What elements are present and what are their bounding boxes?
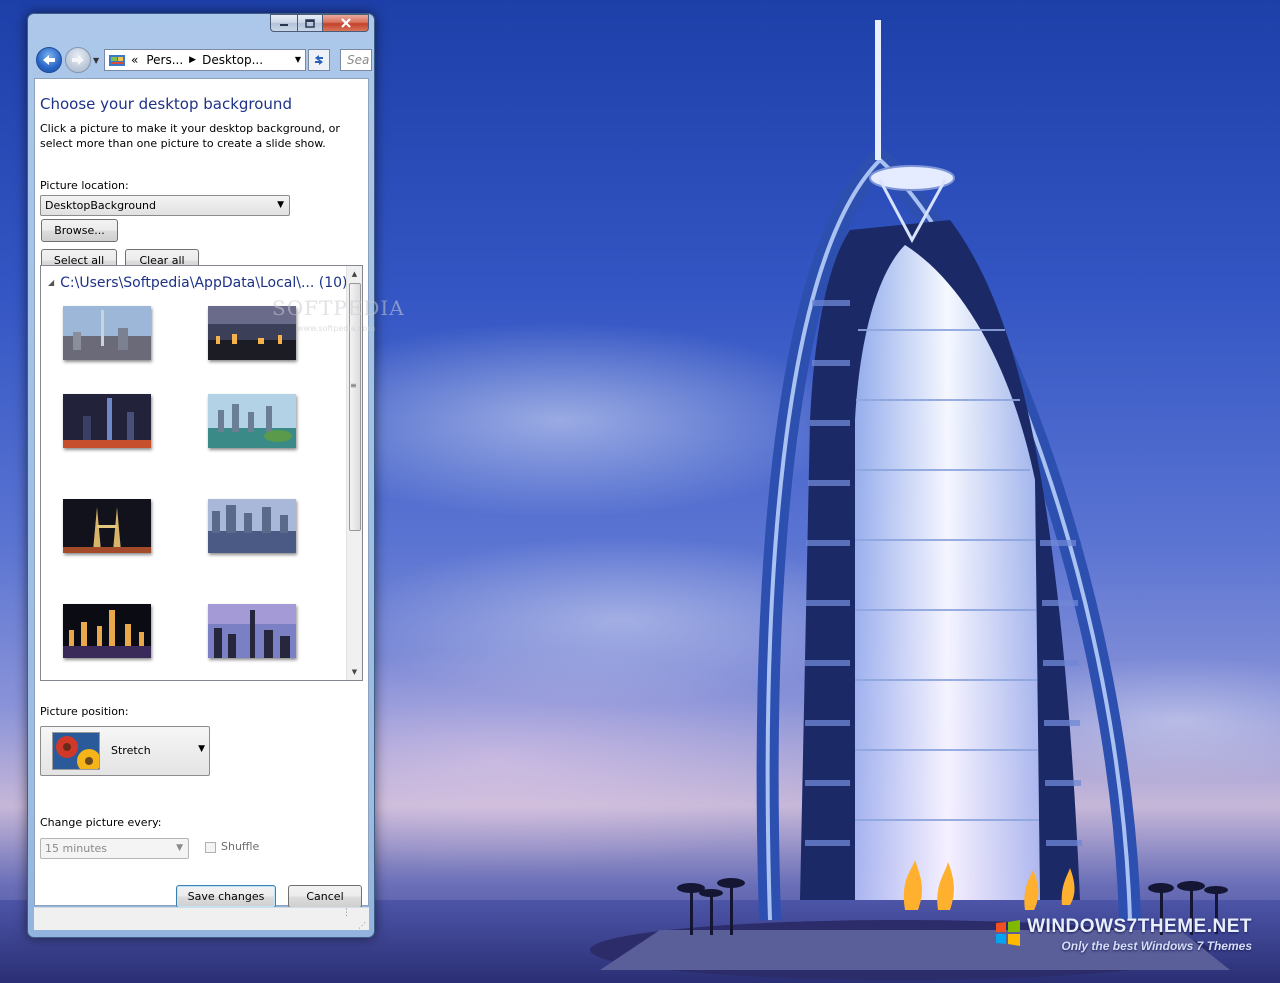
breadcrumb-personalization[interactable]: Pers... (146, 53, 183, 67)
softpedia-watermark: SOFTPEDIA (272, 296, 405, 320)
window-controls (270, 14, 369, 32)
chevron-down-icon: ▼ (198, 744, 205, 754)
address-prefix: « (131, 53, 139, 67)
grip-icon: ≡ (350, 381, 357, 390)
wallpaper-thumbnail[interactable] (208, 604, 296, 658)
shuffle-checkbox[interactable] (205, 842, 216, 853)
save-changes-button[interactable]: Save changes (176, 885, 276, 908)
refresh-icon (315, 55, 323, 65)
picture-position-label: Picture position: (40, 705, 129, 718)
close-icon (340, 18, 351, 28)
cancel-button[interactable]: Cancel (288, 885, 362, 908)
interval-value: 15 minutes (45, 842, 108, 855)
chevron-down-icon: ▼ (176, 843, 183, 853)
minimize-icon (280, 24, 288, 26)
status-divider: ⋮ (342, 908, 351, 918)
softpedia-watermark-url: www.softpedia.com (297, 324, 376, 333)
wallpaper-thumbnail[interactable] (208, 499, 296, 553)
change-picture-label: Change picture every: (40, 816, 162, 829)
status-bar: ⋮ ⋰ (34, 907, 369, 930)
picture-position-value: Stretch (111, 744, 151, 757)
site-watermark: WINDOWS7THEME.NET Only the best Windows … (996, 916, 1252, 953)
refresh-button[interactable] (308, 49, 330, 71)
collapse-triangle-icon[interactable]: ◢ (48, 278, 54, 287)
wallpaper-thumbnail[interactable] (208, 394, 296, 448)
page-title: Choose your desktop background (40, 95, 292, 113)
forward-arrow-icon (72, 55, 84, 65)
breadcrumb-desktop-background[interactable]: Desktop... (202, 53, 263, 67)
wallpaper-thumbnail[interactable] (63, 604, 151, 658)
recent-pages-dropdown[interactable]: ▼ (93, 56, 99, 65)
picture-position-dropdown[interactable]: Stretch ▼ (40, 726, 210, 776)
picture-location-select[interactable]: DesktopBackground ▼ (40, 195, 290, 216)
maximize-icon (305, 18, 315, 28)
minimize-button[interactable] (270, 14, 297, 32)
back-arrow-icon (43, 55, 55, 65)
wallpaper-thumbnail[interactable] (63, 394, 151, 448)
picture-location-value: DesktopBackground (45, 199, 156, 212)
control-panel-icon (109, 54, 125, 66)
shuffle-label: Shuffle (221, 840, 260, 853)
navigation-bar: ▼ « Pers... ▶ Desktop... ▼ Sea (34, 46, 372, 74)
chevron-down-icon: ▼ (277, 200, 284, 210)
search-input[interactable]: Sea (340, 49, 372, 71)
page-description: Click a picture to make it your desktop … (40, 122, 340, 150)
desktop-background-window: ▼ « Pers... ▶ Desktop... ▼ Sea Choose yo… (27, 13, 375, 938)
gallery-group-label: C:\Users\Softpedia\AppData\Local\... (10… (60, 275, 348, 291)
wallpaper-thumbnail[interactable] (63, 306, 151, 360)
watermark-title: WINDOWS7THEME.NET (1027, 916, 1252, 937)
address-dropdown-icon[interactable]: ▼ (295, 55, 301, 64)
watermark-subtitle: Only the best Windows 7 Themes (1061, 939, 1252, 953)
resize-grip-icon[interactable]: ⋰ (358, 922, 366, 930)
scroll-up-icon[interactable]: ▲ (347, 266, 362, 282)
position-preview-image (52, 732, 100, 770)
picture-location-label: Picture location: (40, 179, 129, 192)
content-pane: Choose your desktop background Click a p… (34, 78, 369, 908)
interval-select[interactable]: 15 minutes ▼ (40, 838, 189, 859)
windows-logo-icon (996, 920, 1021, 946)
close-button[interactable] (323, 14, 369, 32)
browse-button[interactable]: Browse... (41, 219, 118, 242)
breadcrumb-separator-icon[interactable]: ▶ (189, 55, 196, 65)
wallpaper-thumbnail[interactable] (63, 499, 151, 553)
back-button[interactable] (36, 47, 62, 73)
gallery-group-header[interactable]: ◢ C:\Users\Softpedia\AppData\Local\... (1… (48, 275, 348, 291)
forward-button[interactable] (65, 47, 91, 73)
scrollbar-thumb[interactable] (349, 283, 361, 531)
scroll-down-icon[interactable]: ▼ (347, 664, 362, 680)
address-bar[interactable]: « Pers... ▶ Desktop... ▼ (104, 49, 306, 71)
maximize-button[interactable] (297, 14, 323, 32)
